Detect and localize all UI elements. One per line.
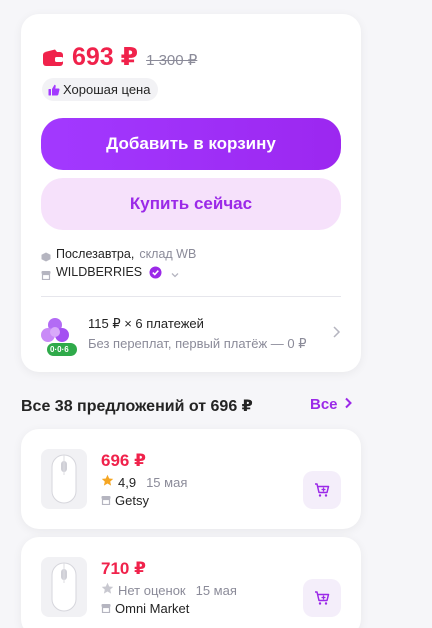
shop-icon: [101, 493, 111, 508]
cart-icon: [315, 483, 330, 497]
installment-block[interactable]: 0·0·6 115 ₽ × 6 платежей Без переплат, п…: [41, 312, 341, 362]
offer-meta: 4,9 15 мая: [101, 474, 187, 490]
offers-title: Все 38 предложений от 696 ₽: [21, 398, 253, 415]
chevron-right-icon: [331, 325, 341, 339]
chevron-down-icon[interactable]: [170, 267, 180, 278]
delivery-info: Послезавтра, склад WB WILDBERRIES: [41, 245, 196, 281]
seller-line[interactable]: WILDBERRIES: [41, 263, 196, 281]
product-thumbnail[interactable]: [41, 557, 87, 617]
delivery-when: Послезавтра,: [56, 247, 135, 261]
verified-icon: [149, 266, 162, 279]
star-icon: [101, 582, 114, 598]
add-to-cart-icon-button[interactable]: [303, 471, 341, 509]
offer-price: 710 ₽: [101, 559, 146, 578]
shop-icon: [41, 267, 51, 281]
offer-rating: 4,9: [118, 474, 137, 490]
installment-logo-text: 0·0·6: [50, 345, 69, 354]
old-price: 1 300 ₽: [146, 52, 198, 69]
delivery-warehouse: склад WB: [139, 247, 197, 261]
thumbs-up-icon: [48, 84, 60, 96]
offer-seller[interactable]: Omni Market: [101, 601, 189, 616]
offer-delivery-date: 15 мая: [146, 474, 188, 490]
buy-now-button[interactable]: Купить сейчас: [41, 178, 341, 230]
offer-card[interactable]: 710 ₽ Нет оценок 15 мая Omni Market: [21, 537, 361, 628]
offer-seller[interactable]: Getsy: [101, 493, 149, 508]
cart-icon: [315, 591, 330, 605]
add-to-cart-button[interactable]: Добавить в корзину: [41, 118, 341, 170]
offer-delivery-date: 15 мая: [195, 582, 237, 598]
product-card: 693 ₽ 1 300 ₽ Хорошая цена Добавить в ко…: [21, 14, 361, 372]
installment-subtitle: Без переплат, первый платёж — 0 ₽: [88, 336, 307, 351]
offer-seller-name[interactable]: Getsy: [115, 493, 149, 508]
chevron-right-icon: [344, 396, 352, 413]
mouse-image: [51, 562, 77, 612]
offer-rating: Нет оценок: [118, 582, 186, 598]
add-to-cart-icon-button[interactable]: [303, 579, 341, 617]
delivery-line: Послезавтра, склад WB: [41, 245, 196, 263]
installment-title: 115 ₽ × 6 платежей: [88, 316, 204, 331]
shop-icon: [101, 601, 111, 616]
star-icon: [101, 474, 114, 490]
good-price-badge: Хорошая цена: [42, 78, 159, 101]
product-thumbnail[interactable]: [41, 449, 87, 509]
box-icon: [41, 249, 51, 262]
offers-all-label[interactable]: Все: [310, 396, 338, 413]
mouse-image: [51, 454, 77, 504]
divider: [41, 296, 341, 297]
offer-seller-name[interactable]: Omni Market: [115, 601, 189, 616]
seller-name[interactable]: WILDBERRIES: [56, 263, 142, 281]
badge-label: Хорошая цена: [63, 82, 151, 97]
wallet-icon: [42, 49, 64, 67]
current-price: 693 ₽: [72, 43, 139, 71]
offers-all-link[interactable]: Все: [310, 396, 352, 413]
price-row: 693 ₽ 1 300 ₽: [42, 42, 197, 72]
installment-logo-icon: 0·0·6: [41, 316, 79, 358]
offer-card[interactable]: 696 ₽ 4,9 15 мая Getsy: [21, 429, 361, 529]
offer-price: 696 ₽: [101, 451, 146, 470]
offer-meta: Нет оценок 15 мая: [101, 582, 237, 598]
